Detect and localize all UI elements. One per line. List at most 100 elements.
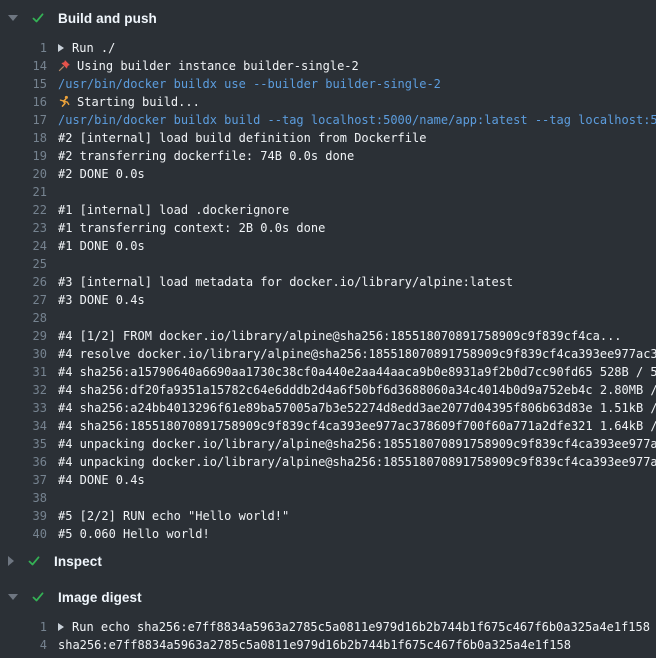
section-header-inspect[interactable]: Inspect (0, 543, 656, 579)
line-number[interactable]: 28 (0, 309, 47, 327)
log-text (58, 183, 656, 201)
log-text: #5 0.060 Hello world! (58, 525, 656, 543)
log-line: 31 #4 sha256:a15790640a6690aa1730c38cf0a4… (0, 363, 656, 381)
line-number[interactable]: 26 (0, 273, 47, 291)
log-line: 27 #3 DONE 0.4s (0, 291, 656, 309)
log-text: #4 sha256:df20fa9351a15782c64e6dddb2d4a6… (58, 381, 656, 399)
log-text: #3 DONE 0.4s (58, 291, 656, 309)
log-line: 26 #3 [internal] load metadata for docker… (0, 273, 656, 291)
line-number[interactable]: 24 (0, 237, 47, 255)
line-number[interactable]: 1 (0, 618, 47, 636)
line-number[interactable]: 31 (0, 363, 47, 381)
line-number[interactable]: 1 (0, 39, 47, 57)
group-toggle-icon[interactable] (58, 623, 64, 631)
line-number[interactable]: 18 (0, 129, 47, 147)
log-section-image-digest: Image digest 1 Run echo sha256:e7ff8834a5… (0, 579, 656, 654)
line-number[interactable]: 32 (0, 381, 47, 399)
log-line: 37 #4 DONE 0.4s (0, 471, 656, 489)
log-line: 32 #4 sha256:df20fa9351a15782c64e6dddb2d4… (0, 381, 656, 399)
log-line: 28 (0, 309, 656, 327)
log-line: 4 sha256:e7ff8834a5963a2785c5a0811e979d16… (0, 636, 656, 654)
line-number[interactable]: 20 (0, 165, 47, 183)
line-number[interactable]: 22 (0, 201, 47, 219)
log-text (58, 309, 656, 327)
line-number[interactable]: 29 (0, 327, 47, 345)
line-number[interactable]: 35 (0, 435, 47, 453)
chevron-down-icon[interactable] (8, 594, 18, 600)
log-text: #3 [internal] load metadata for docker.i… (58, 273, 656, 291)
log-line: 38 (0, 489, 656, 507)
group-toggle-icon[interactable] (58, 44, 64, 52)
log-text: #1 DONE 0.0s (58, 237, 656, 255)
log-text: Run echo sha256:e7ff8834a5963a2785c5a081… (58, 618, 656, 636)
log-text: #4 [1/2] FROM docker.io/library/alpine@s… (58, 327, 656, 345)
chevron-right-icon[interactable] (8, 556, 14, 566)
log-line: 39 #5 [2/2] RUN echo "Hello world!" (0, 507, 656, 525)
log-text: Using builder instance builder-single-2 (58, 57, 656, 75)
log-line: 23 #1 transferring context: 2B 0.0s done (0, 219, 656, 237)
log-text: sha256:e7ff8834a5963a2785c5a0811e979d16b… (58, 636, 656, 654)
log-text: #5 [2/2] RUN echo "Hello world!" (58, 507, 656, 525)
log-text: #4 sha256:185518070891758909c9f839cf4ca3… (58, 417, 656, 435)
line-number[interactable]: 16 (0, 93, 47, 111)
line-number[interactable]: 21 (0, 183, 47, 201)
line-number[interactable]: 23 (0, 219, 47, 237)
section-title: Inspect (54, 554, 102, 569)
line-number[interactable]: 36 (0, 453, 47, 471)
log-line: 21 (0, 183, 656, 201)
log-text: #4 sha256:a24bb4013296f61e89ba57005a7b3e… (58, 399, 656, 417)
log-text (58, 255, 656, 273)
log-text: /usr/bin/docker buildx use --builder bui… (58, 75, 656, 93)
log-line: 15/usr/bin/docker buildx use --builder b… (0, 75, 656, 93)
line-number[interactable]: 37 (0, 471, 47, 489)
log-line: 25 (0, 255, 656, 273)
log-line: 1 Run echo sha256:e7ff8834a5963a2785c5a08… (0, 618, 656, 636)
runner-icon (58, 95, 71, 108)
line-number[interactable]: 38 (0, 489, 47, 507)
line-number[interactable]: 30 (0, 345, 47, 363)
log-text (58, 489, 656, 507)
log-line: 40 #5 0.060 Hello world! (0, 525, 656, 543)
log-text: Run ./ (58, 39, 656, 57)
line-number[interactable]: 25 (0, 255, 47, 273)
log-line: 17/usr/bin/docker buildx build --tag loc… (0, 111, 656, 129)
log-text: #2 DONE 0.0s (58, 165, 656, 183)
log-line: 29 #4 [1/2] FROM docker.io/library/alpine… (0, 327, 656, 345)
pushpin-icon (58, 59, 71, 72)
line-number[interactable]: 15 (0, 75, 47, 93)
log-line: 1 Run ./ (0, 39, 656, 57)
line-number[interactable]: 4 (0, 636, 47, 654)
chevron-down-icon[interactable] (8, 15, 18, 21)
log-lines: 1 Run echo sha256:e7ff8834a5963a2785c5a08… (0, 618, 656, 654)
log-line: 14 Using builder instance builder-single-… (0, 57, 656, 75)
log-line: 18#2 [internal] load build definition fr… (0, 129, 656, 147)
log-line: 19#2 transferring dockerfile: 74B 0.0s d… (0, 147, 656, 165)
log-text: #4 sha256:a15790640a6690aa1730c38cf0a440… (58, 363, 656, 381)
line-number[interactable]: 39 (0, 507, 47, 525)
check-success-icon (31, 590, 45, 604)
log-text: #4 unpacking docker.io/library/alpine@sh… (58, 435, 656, 453)
log-text: #1 transferring context: 2B 0.0s done (58, 219, 656, 237)
log-text: #4 DONE 0.4s (58, 471, 656, 489)
line-number[interactable]: 40 (0, 525, 47, 543)
check-success-icon (31, 11, 45, 25)
line-number[interactable]: 34 (0, 417, 47, 435)
workflow-log-viewer: Build and push 1Run ./14Using builder in… (0, 0, 656, 658)
log-line: 16 Starting build... (0, 93, 656, 111)
log-text: #4 unpacking docker.io/library/alpine@sh… (58, 453, 656, 471)
line-number[interactable]: 27 (0, 291, 47, 309)
log-text: #4 resolve docker.io/library/alpine@sha2… (58, 345, 656, 363)
log-section-inspect: Inspect (0, 543, 656, 579)
log-lines: 1 Run ./ 14 Using builder instance builder-… (0, 39, 656, 543)
line-number[interactable]: 14 (0, 57, 47, 75)
log-line: 22#1 [internal] load .dockerignore (0, 201, 656, 219)
log-line: 20 #2 DONE 0.0s (0, 165, 656, 183)
log-text: Starting build... (58, 93, 656, 111)
line-number[interactable]: 17 (0, 111, 47, 129)
section-header-image-digest[interactable]: Image digest (0, 579, 656, 615)
section-header-build-and-push[interactable]: Build and push (0, 0, 656, 36)
log-line: 30 #4 resolve docker.io/library/alpine@sh… (0, 345, 656, 363)
line-number[interactable]: 33 (0, 399, 47, 417)
log-line: 33 #4 sha256:a24bb4013296f61e89ba57005a7b… (0, 399, 656, 417)
line-number[interactable]: 19 (0, 147, 47, 165)
